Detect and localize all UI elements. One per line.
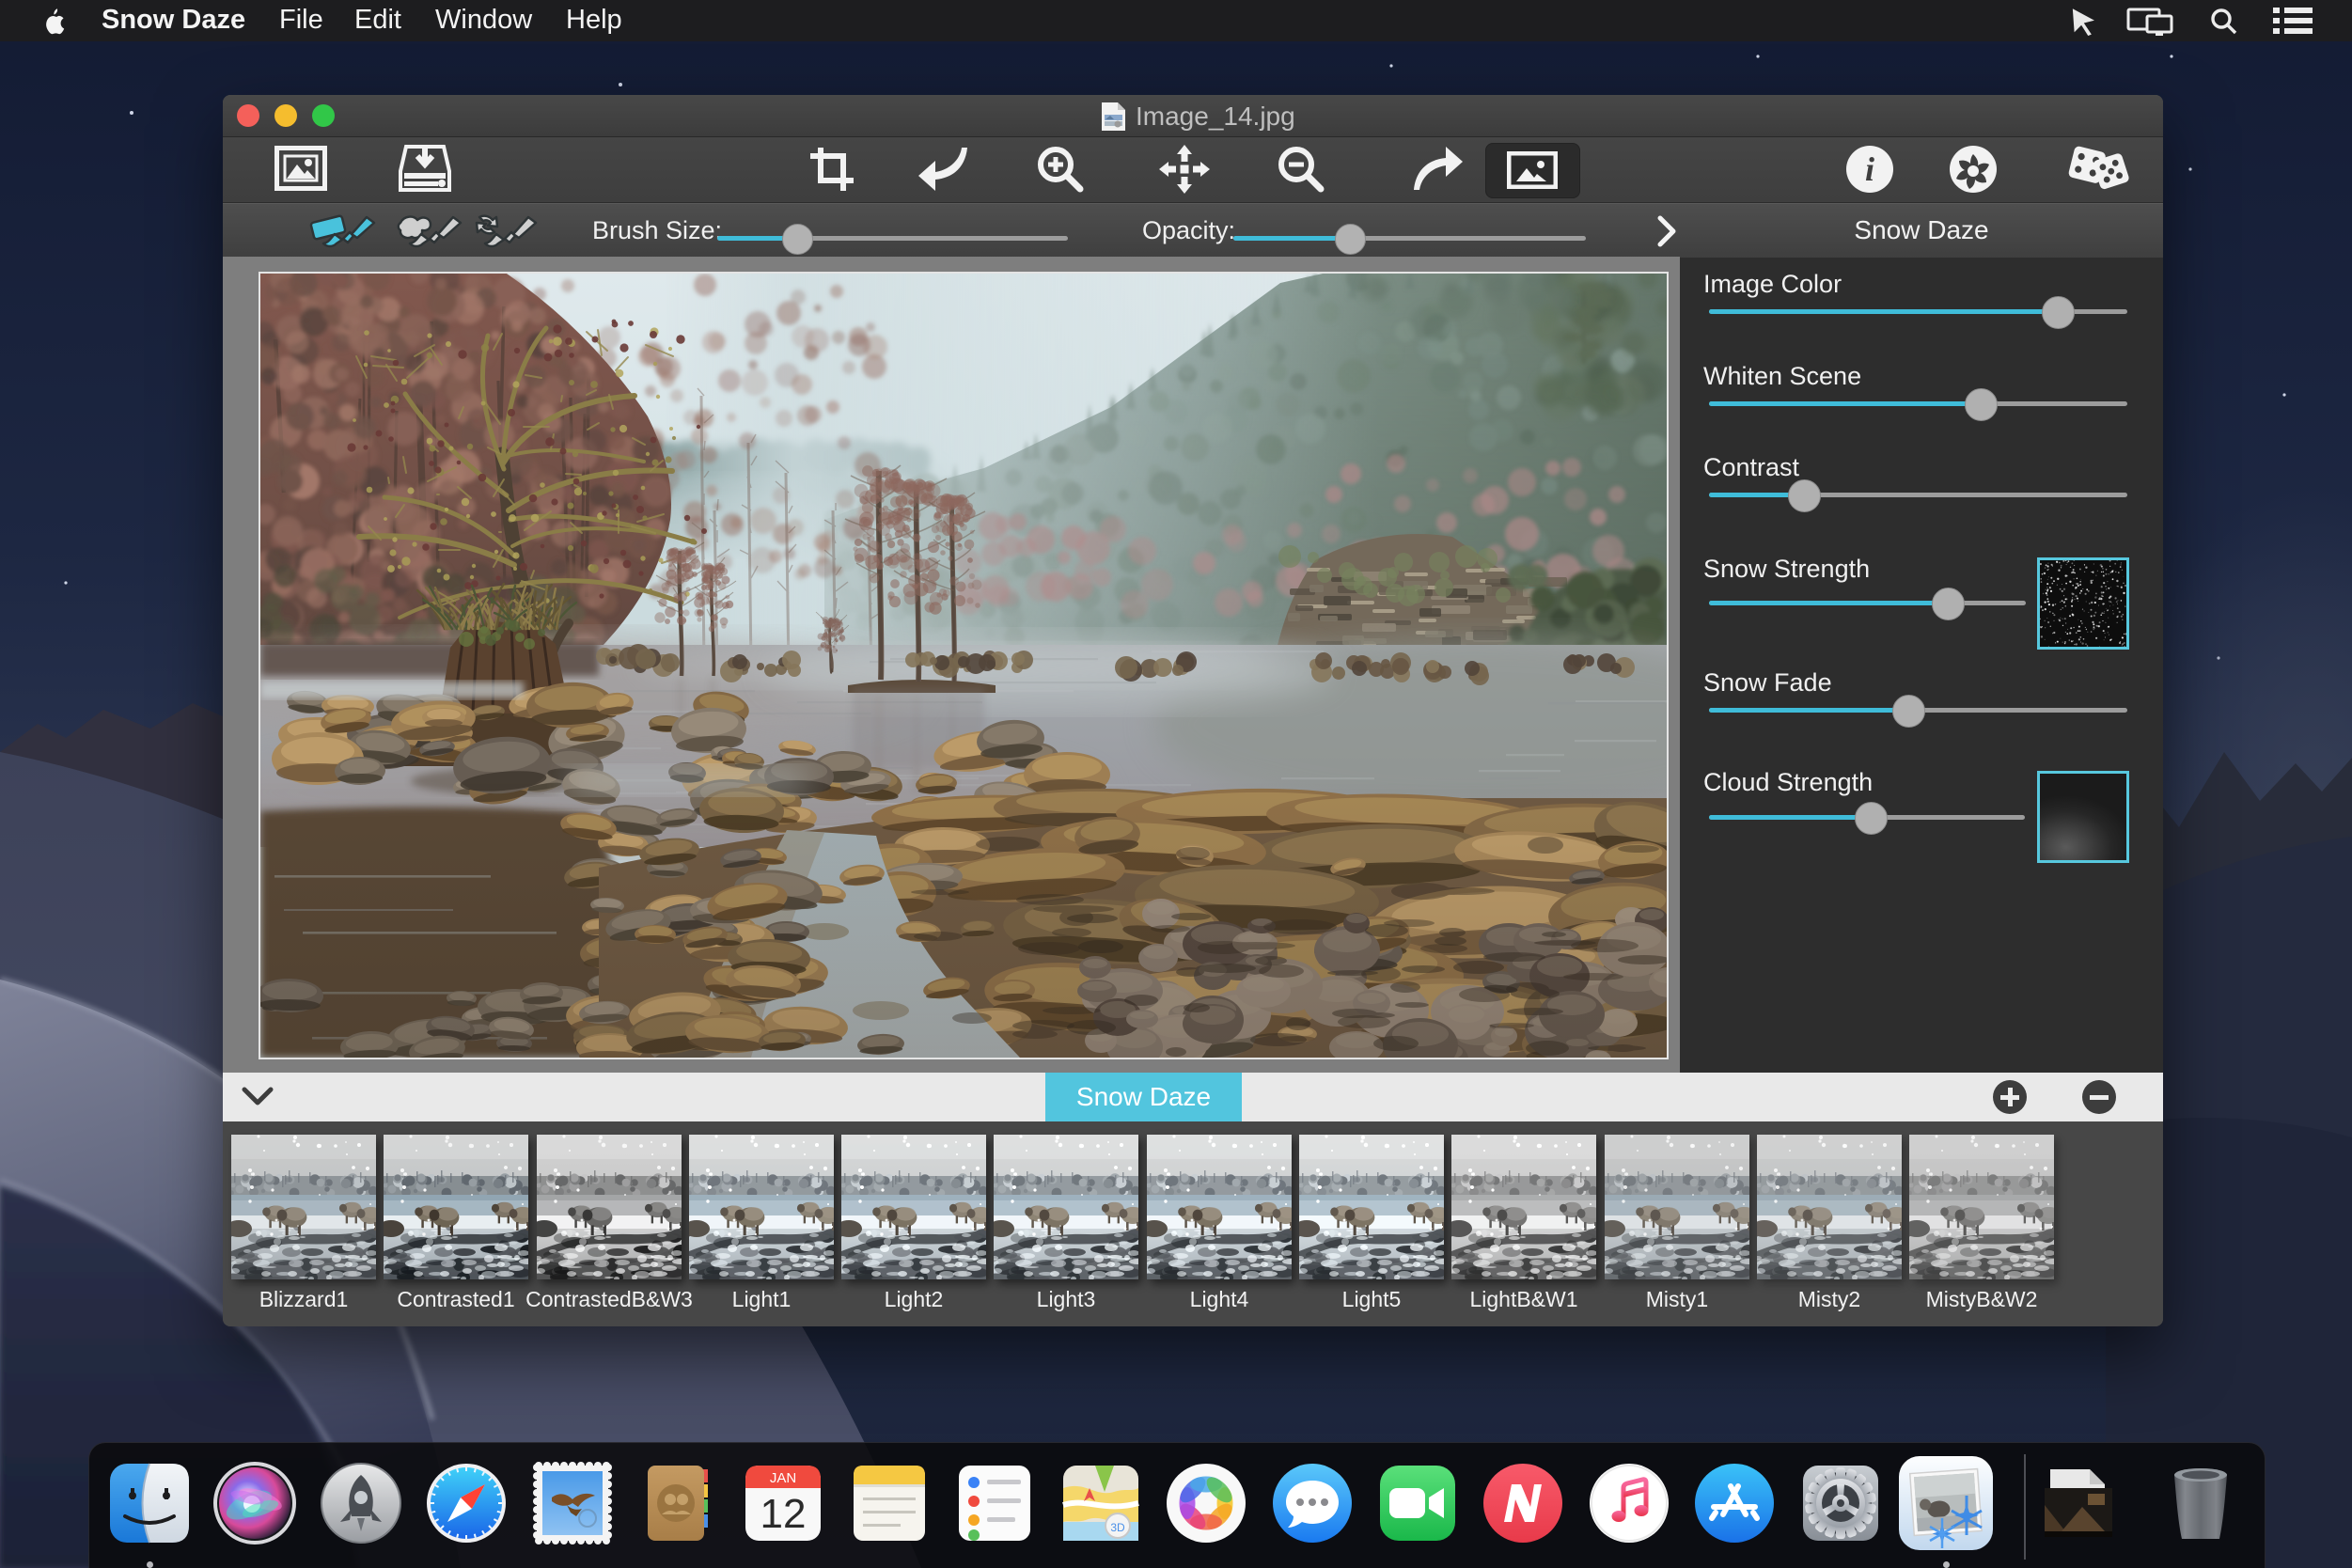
svg-text:i: i	[1865, 150, 1874, 188]
